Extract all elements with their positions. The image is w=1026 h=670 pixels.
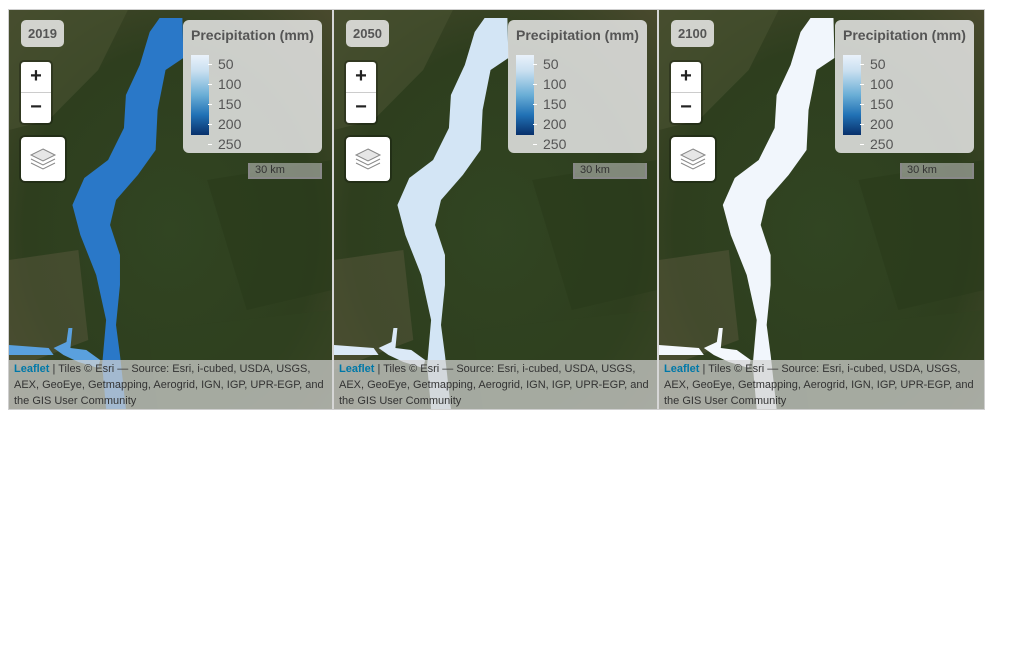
legend-color-bar: [516, 55, 534, 135]
precipitation-legend: Precipitation (mm) 50 100 150 200 250: [183, 20, 322, 153]
scale-bar: 30 km: [248, 163, 322, 179]
legend-color-bar: [191, 55, 209, 135]
year-label: 2050: [346, 20, 389, 47]
legend-tick: 200: [859, 117, 893, 131]
zoom-in-button[interactable]: +: [21, 62, 51, 92]
zoom-in-button[interactable]: +: [346, 62, 376, 92]
legend-tick: 250: [859, 137, 893, 151]
scale-bar: 30 km: [573, 163, 647, 179]
layers-icon: [679, 148, 707, 170]
leaflet-link[interactable]: Leaflet: [14, 363, 49, 375]
legend-tick: 200: [532, 117, 566, 131]
legend-tick: 100: [532, 77, 566, 91]
map-attribution: Leaflet | Tiles © Esri — Source: Esri, i…: [659, 360, 984, 409]
layers-icon: [354, 148, 382, 170]
zoom-in-button[interactable]: +: [671, 62, 701, 92]
year-label: 2100: [671, 20, 714, 47]
layers-icon: [29, 148, 57, 170]
legend-tick: 100: [207, 77, 241, 91]
year-label: 2019: [21, 20, 64, 47]
scale-bar: 30 km: [900, 163, 974, 179]
legend-title: Precipitation (mm): [843, 27, 966, 43]
map-panel-2019[interactable]: 2019 + − Precipitation (mm) 50 100 150 2…: [9, 10, 334, 409]
map-panels: 2019 + − Precipitation (mm) 50 100 150 2…: [8, 9, 985, 410]
legend-title: Precipitation (mm): [191, 27, 314, 43]
precipitation-legend: Precipitation (mm) 50 100 150 200 250: [835, 20, 974, 153]
legend-tick: 100: [859, 77, 893, 91]
map-attribution: Leaflet | Tiles © Esri — Source: Esri, i…: [334, 360, 657, 409]
leaflet-link[interactable]: Leaflet: [339, 363, 374, 375]
legend-tick: 150: [859, 97, 893, 111]
attribution-text: | Tiles © Esri — Source: Esri, i-cubed, …: [14, 363, 324, 407]
legend-tick: 150: [532, 97, 566, 111]
zoom-control: + −: [21, 62, 51, 123]
legend-color-bar: [843, 55, 861, 135]
legend-tick: 50: [208, 57, 234, 71]
layers-button[interactable]: [21, 137, 65, 181]
legend-tick: 50: [860, 57, 886, 71]
map-panel-2050[interactable]: 2050 + − Precipitation (mm) 50 100 150 2…: [334, 10, 659, 409]
zoom-control: + −: [671, 62, 701, 123]
leaflet-link[interactable]: Leaflet: [664, 363, 699, 375]
legend-tick: 200: [207, 117, 241, 131]
zoom-out-button[interactable]: −: [671, 92, 701, 123]
attribution-text: | Tiles © Esri — Source: Esri, i-cubed, …: [339, 363, 649, 407]
map-panel-2100[interactable]: 2100 + − Precipitation (mm) 50 100 150 2…: [659, 10, 984, 409]
legend-title: Precipitation (mm): [516, 27, 639, 43]
zoom-control: + −: [346, 62, 376, 123]
legend-tick: 250: [532, 137, 566, 151]
layers-button[interactable]: [671, 137, 715, 181]
legend-tick: 250: [207, 137, 241, 151]
legend-tick: 50: [533, 57, 559, 71]
attribution-text: | Tiles © Esri — Source: Esri, i-cubed, …: [664, 363, 974, 407]
legend-tick: 150: [207, 97, 241, 111]
map-attribution: Leaflet | Tiles © Esri — Source: Esri, i…: [9, 360, 332, 409]
precipitation-legend: Precipitation (mm) 50 100 150 200 250: [508, 20, 647, 153]
zoom-out-button[interactable]: −: [346, 92, 376, 123]
zoom-out-button[interactable]: −: [21, 92, 51, 123]
layers-button[interactable]: [346, 137, 390, 181]
